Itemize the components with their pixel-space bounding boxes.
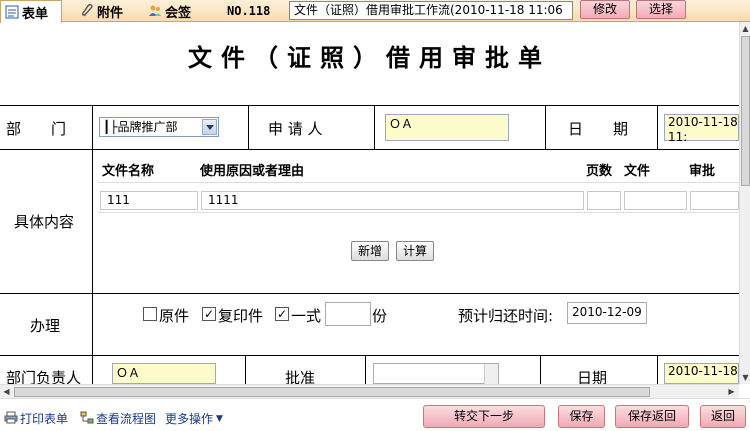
- submit-next-step-button[interactable]: 转交下一步: [423, 405, 545, 428]
- form-icon: [5, 5, 19, 19]
- check-icon: ✓: [276, 307, 288, 321]
- tab-attachments-label: 附件: [97, 5, 124, 21]
- column-divider: [92, 105, 93, 384]
- applicant-label: 申 请 人: [268, 120, 323, 138]
- column-header-reason: 使用原因或者理由: [200, 164, 305, 179]
- paperclip-icon: [80, 3, 94, 18]
- date-field[interactable]: 2010-11-18 11:: [664, 114, 739, 144]
- textarea-scrollbar[interactable]: [484, 364, 498, 384]
- table-header-divider: [98, 182, 739, 183]
- column-divider: [657, 105, 658, 149]
- column-header-pages: 页数: [586, 164, 613, 179]
- tab-countersign[interactable]: 会签: [144, 0, 204, 22]
- vertical-scroll-thumb[interactable]: [741, 36, 750, 186]
- cell-pages[interactable]: [587, 191, 621, 210]
- date2-field[interactable]: 2010-11-18: [664, 363, 739, 384]
- cell-file[interactable]: [624, 191, 687, 210]
- more-actions-label: 更多操作: [165, 412, 214, 426]
- column-divider: [545, 105, 546, 149]
- original-label: 原件: [159, 307, 190, 325]
- save-return-button[interactable]: 保存返回: [615, 405, 689, 428]
- print-form-label: 打印表单: [20, 412, 69, 426]
- column-divider: [365, 355, 366, 384]
- view-flowchart-link[interactable]: 查看流程图: [80, 410, 156, 427]
- column-divider: [374, 105, 375, 149]
- scroll-left-icon[interactable]: ◀: [1, 386, 12, 397]
- row-divider: [0, 355, 739, 356]
- back-button[interactable]: 返回: [700, 405, 746, 428]
- modify-button[interactable]: 修改: [580, 0, 630, 19]
- return-time-label: 预计归还时间:: [458, 307, 554, 325]
- tab-attachments[interactable]: 附件: [76, 0, 136, 22]
- chevron-down-icon: ▼: [216, 413, 223, 424]
- users-icon: [148, 4, 162, 18]
- copy-label: 复印件: [218, 307, 264, 325]
- horizontal-scrollbar[interactable]: ◀ ▶: [0, 384, 739, 398]
- department-label: 部 门: [6, 120, 67, 138]
- tab-form[interactable]: 表单: [0, 0, 62, 23]
- row-divider: [0, 293, 739, 294]
- one-label: 一式: [291, 307, 322, 325]
- add-row-button[interactable]: 新增: [351, 241, 389, 261]
- horizontal-scroll-thumb[interactable]: [14, 387, 650, 397]
- dept-head-label: 部门负责人: [6, 369, 82, 384]
- column-divider: [248, 105, 249, 149]
- save-button[interactable]: 保存: [558, 405, 605, 428]
- document-number: NO.118: [227, 4, 271, 18]
- tab-countersign-label: 会签: [165, 5, 192, 21]
- return-time-input[interactable]: 2010-12-09: [567, 302, 647, 324]
- view-flowchart-label: 查看流程图: [96, 412, 157, 426]
- cell-approval[interactable]: [690, 191, 739, 210]
- scroll-right-icon[interactable]: ▶: [726, 386, 737, 397]
- date2-label: 日期: [577, 369, 608, 384]
- form-title: 文件（证照）借用审批单: [188, 43, 551, 72]
- printer-icon: [4, 411, 18, 427]
- vertical-scrollbar[interactable]: ▲ ▼: [739, 22, 750, 384]
- copies-unit-label: 份: [372, 307, 388, 325]
- cell-reason[interactable]: 1111: [201, 191, 584, 210]
- more-actions-link[interactable]: 更多操作 ▼: [165, 410, 223, 427]
- row-divider: [0, 105, 739, 106]
- bottom-action-bar: 打印表单 查看流程图 更多操作 ▼ 转交下一步 保存 保存返回 返回: [0, 398, 750, 431]
- print-form-link[interactable]: 打印表单: [4, 410, 68, 427]
- row-divider: [0, 149, 739, 150]
- top-toolbar: 表单 附件 会签 NO.118 文件（证照）借用审批工作流(2010-11-18…: [0, 0, 750, 23]
- content-label: 具体内容: [14, 213, 75, 231]
- approve-textarea[interactable]: [373, 363, 499, 384]
- flowchart-icon: [80, 411, 94, 427]
- copies-input[interactable]: [325, 302, 371, 326]
- applicant-field[interactable]: ＯＡ: [385, 114, 509, 141]
- scroll-down-icon[interactable]: ▼: [740, 372, 750, 383]
- date-label: 日 期: [568, 120, 629, 138]
- one-checkbox[interactable]: ✓: [275, 307, 289, 321]
- handle-label: 办理: [30, 317, 61, 335]
- scroll-up-icon[interactable]: ▲: [740, 23, 750, 34]
- column-divider: [540, 355, 541, 384]
- column-divider: [245, 355, 246, 384]
- column-header-approval: 审批: [689, 164, 716, 179]
- original-checkbox[interactable]: [143, 307, 157, 321]
- column-divider: [657, 355, 658, 384]
- table-row-divider: [98, 212, 739, 213]
- dept-head-field[interactable]: ＯＡ: [112, 363, 216, 384]
- calculate-button[interactable]: 计算: [396, 241, 434, 261]
- approve-label: 批准: [285, 369, 316, 384]
- workflow-title-field[interactable]: 文件（证照）借用审批工作流(2010-11-18 11:06: [289, 1, 573, 20]
- column-header-filename: 文件名称: [102, 164, 155, 179]
- column-header-file: 文件: [624, 164, 651, 179]
- check-icon: ✓: [203, 307, 215, 321]
- copy-checkbox[interactable]: ✓: [202, 307, 216, 321]
- chevron-down-icon[interactable]: [202, 119, 217, 135]
- department-select[interactable]: ┃├品牌推广部: [99, 117, 219, 137]
- cell-filename[interactable]: 111: [100, 191, 198, 210]
- form-viewport: 文件（证照）借用审批单 部 门 ┃├品牌推广部 申 请 人 ＯＡ 日 期 201…: [0, 22, 739, 384]
- select-button[interactable]: 选择: [636, 0, 686, 19]
- tab-form-label: 表单: [22, 6, 49, 22]
- department-value: ┃├品牌推广部: [103, 120, 178, 134]
